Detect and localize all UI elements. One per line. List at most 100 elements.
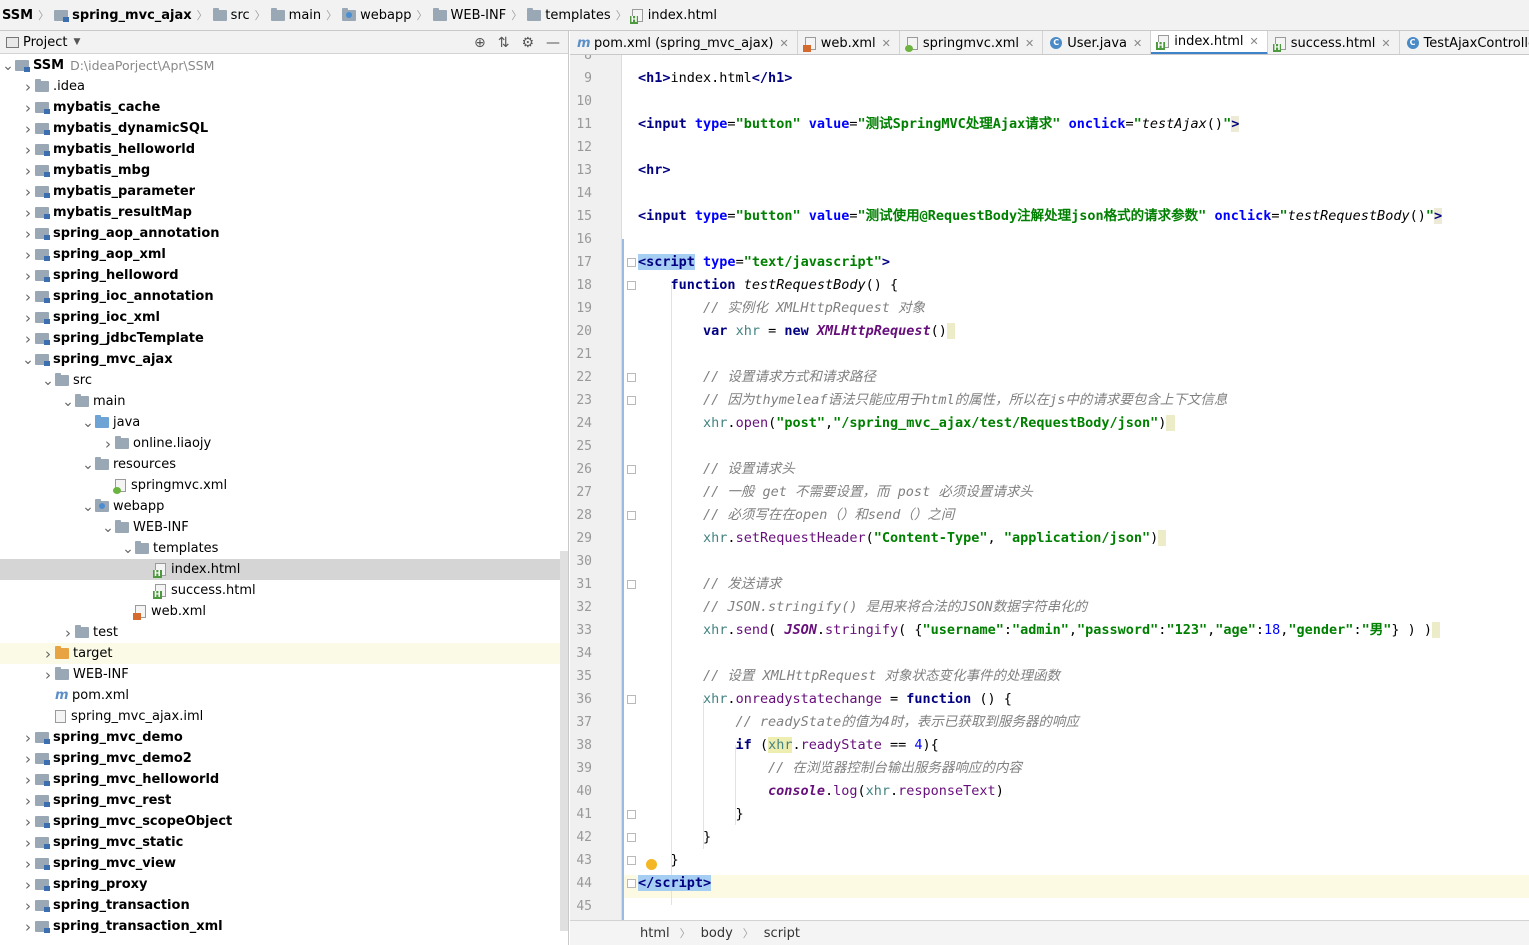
chevron-right-icon[interactable]: ›: [21, 729, 35, 747]
chevron-right-icon[interactable]: ›: [21, 330, 35, 348]
fold-marker-icon[interactable]: [627, 511, 636, 520]
code-line[interactable]: // 一般 get 不需要设置，而 post 必须设置请求头: [638, 481, 1033, 504]
fold-marker-icon[interactable]: [627, 695, 636, 704]
chevron-right-icon[interactable]: ›: [21, 162, 35, 180]
code-line[interactable]: <input type="button" value="测试SpringMVC处…: [638, 113, 1240, 136]
chevron-right-icon[interactable]: ›: [21, 855, 35, 873]
breadcrumb-item[interactable]: src: [212, 0, 250, 30]
tree-node[interactable]: › mybatis_dynamicSQL: [0, 118, 568, 139]
chevron-down-icon[interactable]: ⌄: [81, 416, 95, 430]
code-line[interactable]: // 在浏览器控制台输出服务器响应的内容: [638, 757, 1022, 780]
tree-node[interactable]: › test: [0, 622, 568, 643]
close-icon[interactable]: ✕: [1025, 37, 1034, 50]
chevron-right-icon[interactable]: ›: [41, 666, 55, 684]
vertical-scrollbar[interactable]: [560, 551, 568, 931]
breadcrumb-item[interactable]: main: [270, 0, 321, 30]
tree-node[interactable]: › spring_mvc_view: [0, 853, 568, 874]
chevron-right-icon[interactable]: ›: [21, 771, 35, 789]
tree-node[interactable]: › spring_mvc_demo2: [0, 748, 568, 769]
fold-marker-icon[interactable]: [627, 810, 636, 819]
code-line[interactable]: var xhr = new XMLHttpRequest(): [638, 320, 956, 343]
tree-node[interactable]: web.xml: [0, 601, 568, 622]
structure-crumb[interactable]: script: [764, 926, 800, 941]
chevron-down-icon[interactable]: ⌄: [1, 59, 15, 73]
editor-tab[interactable]: success.html ✕: [1268, 31, 1400, 54]
code-line[interactable]: // readyState的值为4时，表示已获取到服务器的响应: [638, 711, 1079, 734]
editor-tab[interactable]: index.html ✕: [1151, 31, 1268, 54]
chevron-right-icon[interactable]: ›: [21, 309, 35, 327]
code-line[interactable]: // 因为thymeleaf语法只能应用于html的属性，所以在js中的请求要包…: [638, 389, 1227, 412]
editor-tab[interactable]: springmvc.xml ✕: [900, 31, 1044, 54]
minimize-icon[interactable]: —: [546, 35, 560, 51]
tree-node[interactable]: › spring_mvc_scopeObject: [0, 811, 568, 832]
tree-node[interactable]: › spring_transaction: [0, 895, 568, 916]
code-line[interactable]: // 设置请求方式和请求路径: [638, 366, 876, 389]
chevron-right-icon[interactable]: ›: [41, 645, 55, 663]
code-line[interactable]: <h1>index.html</h1>: [638, 67, 792, 90]
chevron-right-icon[interactable]: ›: [21, 183, 35, 201]
tree-node[interactable]: › mybatis_resultMap: [0, 202, 568, 223]
tree-node[interactable]: › mybatis_parameter: [0, 181, 568, 202]
code-line[interactable]: }: [638, 826, 711, 849]
chevron-right-icon[interactable]: ›: [21, 99, 35, 117]
close-icon[interactable]: ✕: [1250, 35, 1259, 48]
tree-node[interactable]: › .idea: [0, 76, 568, 97]
tree-node[interactable]: › mybatis_helloworld: [0, 139, 568, 160]
fold-marker-icon[interactable]: [627, 281, 636, 290]
chevron-right-icon[interactable]: ›: [21, 267, 35, 285]
chevron-down-icon[interactable]: ⌄: [81, 458, 95, 472]
editor-tab[interactable]: CTestAjaxController.java✕: [1400, 31, 1529, 54]
fold-marker-icon[interactable]: [627, 879, 636, 888]
code-line[interactable]: }: [638, 849, 679, 872]
tree-node[interactable]: › spring_mvc_static: [0, 832, 568, 853]
code-line[interactable]: // 设置 XMLHttpRequest 对象状态变化事件的处理函数: [638, 665, 1060, 688]
breadcrumb-item[interactable]: templates: [527, 0, 611, 30]
editor-tab[interactable]: m pom.xml (spring_mvc_ajax) ✕: [570, 31, 798, 54]
tree-node[interactable]: › spring_transaction_xml: [0, 916, 568, 937]
chevron-right-icon[interactable]: ›: [61, 624, 75, 642]
breadcrumb-item[interactable]: index.html: [629, 0, 717, 30]
tree-node[interactable]: ⌄ webapp: [0, 496, 568, 517]
tree-node[interactable]: spring_mvc_ajax.iml: [0, 706, 568, 727]
chevron-right-icon[interactable]: ›: [21, 204, 35, 222]
breadcrumb-item[interactable]: spring_mvc_ajax: [54, 0, 192, 30]
tree-node[interactable]: › spring_ioc_xml: [0, 307, 568, 328]
chevron-down-icon[interactable]: ⌄: [101, 521, 115, 535]
fold-marker-icon[interactable]: [627, 258, 636, 267]
code-line[interactable]: <hr>: [638, 159, 671, 182]
fold-marker-icon[interactable]: [627, 833, 636, 842]
code-line[interactable]: <input type="button" value="测试使用@Request…: [638, 205, 1443, 228]
close-icon[interactable]: ✕: [882, 37, 891, 50]
tree-node[interactable]: › spring_jdbcTemplate: [0, 328, 568, 349]
code-editor[interactable]: 8 9 <h1>index.html</h1> 10 11 <input type="bu…: [570, 55, 1529, 920]
tree-node[interactable]: › spring_proxy: [0, 874, 568, 895]
tree-node[interactable]: › spring_aop_annotation: [0, 223, 568, 244]
tree-node[interactable]: › spring_mvc_demo: [0, 727, 568, 748]
code-line[interactable]: }: [638, 803, 744, 826]
tree-node[interactable]: ⌄ resources: [0, 454, 568, 475]
code-line[interactable]: xhr.open("post","/spring_mvc_ajax/test/R…: [638, 412, 1175, 435]
code-line[interactable]: // 发送请求: [638, 573, 781, 596]
chevron-right-icon[interactable]: ›: [21, 288, 35, 306]
tree-node[interactable]: › mybatis_cache: [0, 97, 568, 118]
tree-node[interactable]: › spring_ioc_annotation: [0, 286, 568, 307]
tree-node[interactable]: › WEB-INF: [0, 664, 568, 685]
chevron-right-icon[interactable]: ›: [21, 813, 35, 831]
code-line[interactable]: <script type="text/javascript">: [638, 251, 890, 274]
tree-node[interactable]: ⌄ src: [0, 370, 568, 391]
chevron-right-icon[interactable]: ›: [21, 225, 35, 243]
chevron-down-icon[interactable]: ⌄: [21, 353, 35, 367]
chevron-right-icon[interactable]: ›: [21, 897, 35, 915]
tree-node[interactable]: › online.liaojy: [0, 433, 568, 454]
chevron-right-icon[interactable]: ›: [101, 435, 115, 453]
chevron-down-icon[interactable]: ⌄: [81, 500, 95, 514]
close-icon[interactable]: ✕: [1381, 37, 1390, 50]
code-line[interactable]: function testRequestBody() {: [638, 274, 899, 297]
code-line[interactable]: // 实例化 XMLHttpRequest 对象: [638, 297, 925, 320]
fold-marker-icon[interactable]: [627, 465, 636, 474]
chevron-down-icon[interactable]: ▼: [73, 37, 80, 47]
tree-node[interactable]: ⌄ templates: [0, 538, 568, 559]
chevron-right-icon[interactable]: ›: [21, 141, 35, 159]
chevron-right-icon[interactable]: ›: [21, 120, 35, 138]
chevron-right-icon[interactable]: ›: [21, 918, 35, 936]
